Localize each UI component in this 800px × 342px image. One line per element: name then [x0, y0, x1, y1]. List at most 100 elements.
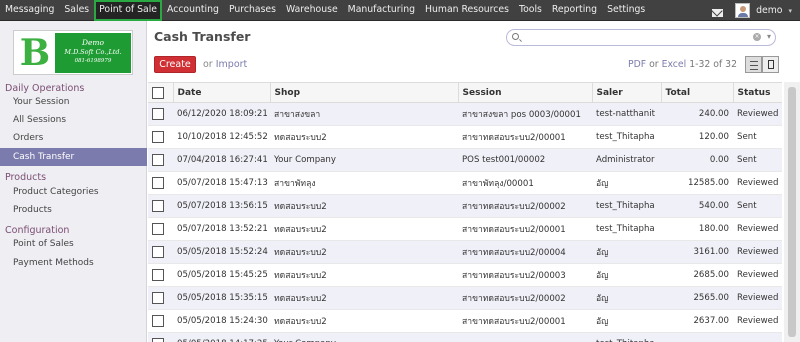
clear-icon[interactable]: ×: [753, 33, 761, 41]
cell-saler: test_Thitapha: [592, 194, 661, 218]
cell-saler: อัญ: [592, 286, 661, 310]
menu-human-resources[interactable]: Human Resources: [420, 0, 514, 21]
row-checkbox[interactable]: [148, 240, 173, 264]
logo-letter: B: [19, 32, 51, 74]
cell-status: Reviewed: [733, 217, 782, 241]
cell-shop: ทดสอบระบบ2: [270, 125, 458, 149]
company-logo[interactable]: B Demo M.D.Soft Co.,Ltd. 081-6198979: [13, 30, 133, 75]
cell-saler: อัญ: [592, 240, 661, 264]
main-content: Cash Transfer × ▾ Create or Import PDF o…: [148, 21, 800, 342]
cell-total: 540.00: [661, 194, 733, 218]
scrollbar-thumb[interactable]: [788, 87, 796, 337]
menu-tools[interactable]: Tools: [514, 0, 547, 21]
sidebar-item-product-categories[interactable]: Product Categories: [13, 187, 99, 197]
col-total[interactable]: Total: [660, 82, 733, 103]
page-title: Cash Transfer: [154, 29, 251, 44]
row-checkbox[interactable]: [148, 102, 173, 126]
cell-session: สาขาทดสอบระบบ2/00003: [458, 263, 592, 287]
table-row[interactable]: 07/04/2018 16:27:41 Your Company POS test0…: [148, 148, 782, 172]
cell-status: Sent: [733, 148, 782, 172]
chevron-down-icon[interactable]: ▾: [788, 7, 792, 15]
row-checkbox[interactable]: [148, 194, 173, 218]
logo-line2: M.D.Soft Co.,Ltd.: [64, 48, 122, 56]
cell-saler: test-natthanit: [592, 102, 661, 126]
cell-total: [661, 332, 733, 342]
table-row[interactable]: 05/05/2018 15:24:30 ทดสอบระบบ2 สาขาทดสอบระ…: [148, 309, 782, 333]
cell-date: 05/05/2018 15:24:30: [173, 309, 270, 333]
sidebar-item-payment-methods[interactable]: Payment Methods: [13, 258, 94, 268]
cell-session: สาขาทดสอบระบบ2/00001: [458, 217, 592, 241]
menu-point-of-sale[interactable]: Point of Sale: [94, 0, 163, 21]
cell-status: Sent: [733, 125, 782, 149]
col-date[interactable]: Date: [172, 82, 270, 103]
row-checkbox[interactable]: [148, 217, 173, 241]
menu-messaging[interactable]: Messaging: [0, 0, 59, 21]
import-link[interactable]: Import: [216, 59, 248, 70]
table-row[interactable]: 05/05/2018 15:52:24 ทดสอบระบบ2 สาขาทดสอบระ…: [148, 240, 782, 264]
cell-shop: Your Company: [270, 332, 458, 342]
table-row[interactable]: 10/10/2018 12:45:52 ทดสอบระบบ2 สาขาทดสอบระ…: [148, 125, 782, 149]
sidebar-item-orders[interactable]: Orders: [13, 133, 43, 143]
menu-sales[interactable]: Sales: [59, 0, 94, 21]
table-row[interactable]: 05/05/2018 15:35:15 ทดสอบระบบ2 สาขาทดสอบระ…: [148, 286, 782, 310]
pdf-link[interactable]: PDF: [628, 59, 646, 70]
table-row[interactable]: 06/12/2020 18:09:21 สาขาสงขลา สาขาสงขลา po…: [148, 102, 782, 126]
table-row[interactable]: 05/05/2018 15:45:25 ทดสอบระบบ2 สาขาทดสอบระ…: [148, 263, 782, 287]
cell-total: 3161.00: [661, 240, 733, 264]
sidebar-section-products: Products: [5, 172, 47, 183]
cell-date: 05/05/2018 15:52:24: [173, 240, 270, 264]
menu-settings[interactable]: Settings: [602, 0, 650, 21]
col-status[interactable]: Status: [732, 82, 782, 103]
col-shop[interactable]: Shop: [269, 82, 458, 103]
sidebar-item-all-sessions[interactable]: All Sessions: [13, 115, 66, 125]
avatar[interactable]: [735, 3, 751, 18]
select-all-checkbox[interactable]: [148, 82, 173, 103]
table-row[interactable]: 05/07/2018 13:56:15 ทดสอบระบบ2 สาขาทดสอบระ…: [148, 194, 782, 218]
row-checkbox[interactable]: [148, 332, 173, 342]
menu-manufacturing[interactable]: Manufacturing: [343, 0, 420, 21]
cell-saler: อัญ: [592, 263, 661, 287]
cell-shop: ทดสอบระบบ2: [270, 217, 458, 241]
cell-date: 05/07/2018 13:52:21: [173, 217, 270, 241]
sidebar-item-cash-transfer[interactable]: Cash Transfer: [0, 148, 147, 166]
row-checkbox[interactable]: [148, 309, 173, 333]
list-view-button[interactable]: [745, 56, 762, 73]
sidebar-section-configuration: Configuration: [5, 225, 70, 236]
row-checkbox[interactable]: [148, 171, 173, 195]
cell-session: สาขาทดสอบระบบ2/00001: [458, 309, 592, 333]
cell-status: Reviewed: [733, 240, 782, 264]
menu-accounting[interactable]: Accounting: [162, 0, 224, 21]
menu-warehouse[interactable]: Warehouse: [281, 0, 343, 21]
row-checkbox[interactable]: [148, 125, 173, 149]
user-name[interactable]: demo: [756, 5, 782, 16]
logo-line3: 081-6198979: [74, 58, 112, 64]
mail-icon[interactable]: [712, 8, 724, 17]
table-row[interactable]: 05/07/2018 15:47:13 สาขาพัทลุง สาขาพัทลุง/…: [148, 171, 782, 195]
cell-saler: Administrator: [592, 148, 661, 172]
search-input[interactable]: × ▾: [506, 29, 776, 46]
chevron-down-icon[interactable]: ▾: [767, 32, 771, 41]
sidebar: B Demo M.D.Soft Co.,Ltd. 081-6198979 Dai…: [0, 21, 147, 342]
or-label: or: [203, 59, 213, 70]
sidebar-item-products[interactable]: Products: [13, 205, 52, 215]
menu-purchases[interactable]: Purchases: [224, 0, 281, 21]
excel-link[interactable]: Excel: [662, 59, 687, 70]
sidebar-item-your-session[interactable]: Your Session: [13, 97, 69, 107]
table-header: Date Shop Session Saler Total Status: [148, 82, 782, 103]
cell-saler: test_Thitapha: [592, 217, 661, 241]
menu-reporting[interactable]: Reporting: [547, 0, 602, 21]
row-checkbox[interactable]: [148, 286, 173, 310]
form-view-button[interactable]: [762, 56, 779, 73]
col-session[interactable]: Session: [457, 82, 592, 103]
create-button[interactable]: Create: [154, 56, 196, 73]
cell-total: 0.00: [661, 148, 733, 172]
row-checkbox[interactable]: [148, 148, 173, 172]
cell-session: สาขาพัทลุง/00001: [458, 171, 592, 195]
row-checkbox[interactable]: [148, 263, 173, 287]
sidebar-item-point-of-sales[interactable]: Point of Sales: [13, 239, 74, 249]
col-saler[interactable]: Saler: [591, 82, 661, 103]
cell-shop: ทดสอบระบบ2: [270, 286, 458, 310]
cell-status: Reviewed: [733, 102, 782, 126]
table-row[interactable]: 05/05/2018 14:17:25Your Company test_Thit…: [148, 332, 782, 342]
table-row[interactable]: 05/07/2018 13:52:21 ทดสอบระบบ2 สาขาทดสอบระ…: [148, 217, 782, 241]
